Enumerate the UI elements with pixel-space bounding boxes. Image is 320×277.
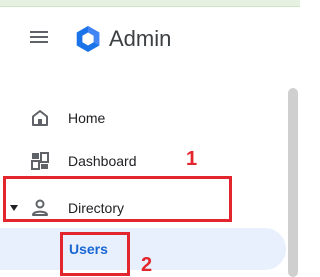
sidebar-item-label: Users xyxy=(69,241,108,257)
app-title: Admin xyxy=(109,26,172,51)
app-header: Admin xyxy=(0,22,300,66)
top-banner-strip xyxy=(0,0,300,7)
sidebar-item-dashboard[interactable]: Dashboard xyxy=(0,145,300,177)
sidebar-item-home[interactable]: Home xyxy=(0,102,300,134)
home-icon xyxy=(32,110,48,126)
hamburger-menu-icon[interactable] xyxy=(30,29,48,45)
sidebar-item-label: Dashboard xyxy=(68,153,137,169)
sidebar-item-label: Directory xyxy=(68,200,125,216)
person-icon xyxy=(32,199,48,216)
hexagon-logo-icon xyxy=(76,26,100,52)
sidebar-item-directory[interactable]: Directory xyxy=(0,192,300,224)
dashboard-icon xyxy=(31,152,49,170)
sidebar-item-label: Home xyxy=(68,110,106,126)
caret-down-icon[interactable] xyxy=(9,203,19,213)
annotation-number-2: 2 xyxy=(141,254,153,276)
annotation-number-1: 1 xyxy=(186,148,198,170)
scrollbar-thumb[interactable] xyxy=(288,88,298,277)
